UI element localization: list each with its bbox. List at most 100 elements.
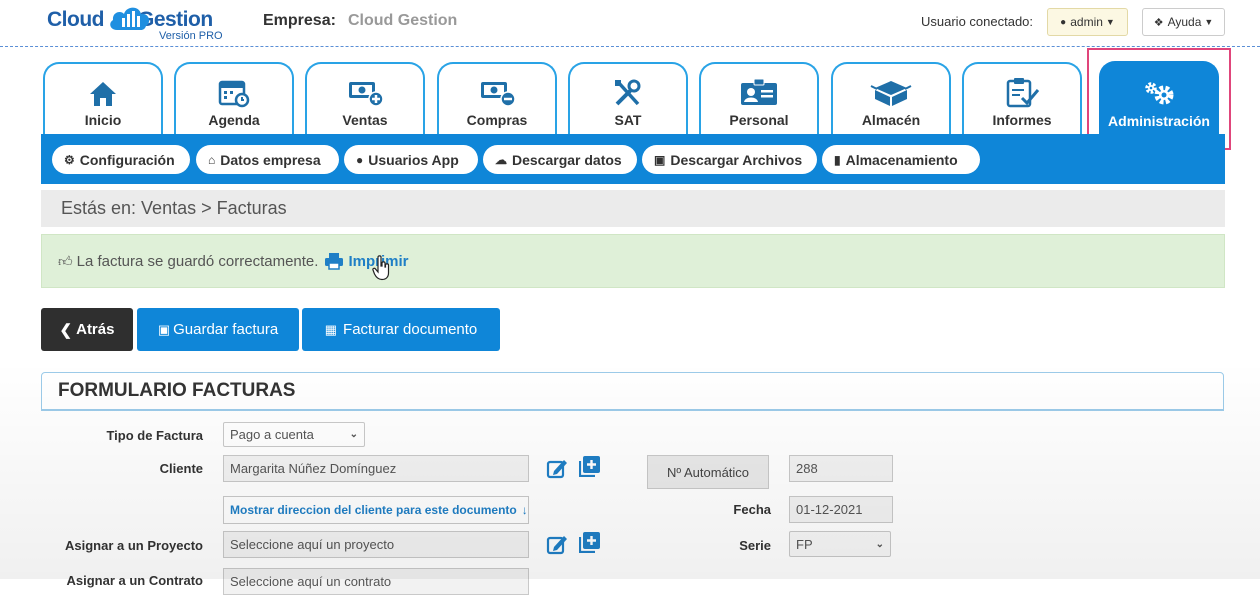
cliente-label: Cliente	[159, 461, 203, 476]
panel-divider	[41, 409, 1224, 411]
book-icon: ▮	[834, 152, 841, 167]
subnav-datos-empresa[interactable]: ⌂ Datos empresa	[196, 145, 339, 174]
thumbs-up-icon: 👍︎	[58, 252, 73, 269]
home-icon	[90, 82, 116, 106]
header-divider	[0, 46, 1260, 47]
chevron-left-icon: ❮	[59, 321, 73, 339]
tipo-factura-label: Tipo de Factura	[106, 428, 203, 443]
success-alert: 👍︎ La factura se guardó correctamente. I…	[41, 234, 1225, 288]
subnav-configuracion[interactable]: ⚙ Configuración	[52, 145, 190, 174]
tab-label: Agenda	[208, 112, 260, 128]
tab-informes[interactable]: Informes	[962, 62, 1082, 134]
subnav-label: Almacenamiento	[845, 151, 958, 168]
lifebuoy-icon: ❖	[1153, 16, 1164, 29]
arrow-down-icon: ↓	[521, 503, 528, 517]
hand-cursor-icon	[372, 255, 390, 281]
cliente-field[interactable]: Margarita Núñez Domínguez	[223, 455, 529, 482]
tab-label: SAT	[614, 112, 642, 128]
caret-down-icon: ▼	[1105, 17, 1115, 27]
id-card-icon	[741, 78, 777, 105]
tab-label: Ventas	[342, 112, 388, 128]
document-icon: ▦	[324, 321, 338, 337]
proyecto-field[interactable]: Seleccione aquí un proyecto	[223, 531, 529, 558]
subnav-label: Descargar datos	[512, 151, 622, 168]
clipboard-check-icon	[1006, 78, 1040, 108]
tab-label: Informes	[992, 112, 1052, 128]
edit-icon[interactable]	[546, 457, 568, 479]
printer-icon	[325, 253, 344, 270]
user-label: Usuario conectado:	[921, 14, 1034, 29]
breadcrumb: Estás en: Ventas > Facturas	[41, 190, 1225, 227]
subnav-almacenamiento[interactable]: ▮ Almacenamiento	[822, 145, 980, 174]
boxes-icon	[870, 81, 912, 106]
tools-icon	[615, 79, 641, 106]
alert-message: La factura se guardó correctamente.	[76, 252, 319, 270]
user-icon: ●	[1060, 16, 1067, 28]
serie-value: FP	[796, 536, 813, 552]
edit-icon[interactable]	[546, 533, 568, 555]
user-menu-label: admin	[1070, 15, 1103, 29]
empresa-value: Cloud Gestion	[348, 12, 458, 29]
briefcase-icon: ▣	[654, 152, 666, 167]
home-icon: ⌂	[208, 152, 216, 167]
empresa-label: Empresa:	[263, 12, 336, 29]
show-client-address-link[interactable]: Mostrar direccion del cliente para este …	[223, 496, 529, 524]
invoice-number-field[interactable]: 288	[789, 455, 893, 482]
contrato-field[interactable]: Seleccione aquí un contrato	[223, 568, 529, 595]
proyecto-label: Asignar a un Proyecto	[65, 538, 203, 553]
tab-personal[interactable]: Personal	[699, 62, 819, 134]
subnav-label: Configuración	[79, 151, 175, 168]
calendar-icon	[218, 80, 250, 108]
print-link[interactable]: Imprimir	[324, 252, 408, 270]
fecha-label: Fecha	[733, 502, 771, 517]
auto-number-button[interactable]: Nº Automático	[647, 455, 769, 489]
money-minus-icon	[481, 82, 516, 107]
form-panel-title: FORMULARIO FACTURAS	[41, 372, 1224, 410]
tipo-factura-value: Pago a cuenta	[230, 427, 314, 442]
user-menu-button[interactable]: ● admin ▼	[1047, 8, 1128, 36]
subnav-label: Descargar Archivos	[670, 151, 803, 168]
contrato-label: Asignar a un Contrato	[66, 573, 203, 588]
subnav-descargar-archivos[interactable]: ▣ Descargar Archivos	[642, 145, 817, 174]
tab-almacen[interactable]: Almacén	[831, 62, 951, 134]
tab-compras[interactable]: Compras	[437, 62, 557, 134]
serie-label: Serie	[739, 538, 771, 553]
logo-word-cloud: Cloud	[47, 8, 104, 31]
cloud-logo-icon	[110, 7, 150, 30]
help-menu-label: Ayuda	[1167, 15, 1202, 29]
tab-label: Inicio	[84, 112, 122, 128]
caret-down-icon: ▼	[1204, 17, 1214, 27]
tab-inicio[interactable]: Inicio	[43, 62, 163, 134]
bill-document-label: Facturar documento	[343, 321, 478, 338]
floppy-disk-icon: ▣	[157, 321, 171, 337]
show-address-label: Mostrar direccion del cliente para este …	[230, 503, 517, 517]
save-invoice-label: Guardar factura	[173, 321, 279, 338]
chevron-down-icon: ⌄	[875, 538, 884, 550]
save-invoice-button[interactable]: ▣ Guardar factura	[137, 308, 299, 351]
logo-version: Versión PRO	[159, 30, 223, 42]
chevron-down-icon: ⌄	[349, 429, 358, 440]
tab-label: Personal	[729, 112, 789, 128]
cloud-download-icon: ☁	[495, 152, 507, 167]
gear-icon: ⚙	[64, 152, 75, 167]
subnav-label: Datos empresa	[220, 151, 321, 168]
fecha-field[interactable]: 01-12-2021	[789, 496, 893, 523]
tab-ventas[interactable]: Ventas	[305, 62, 425, 134]
tab-label: Almacén	[861, 112, 921, 128]
tipo-factura-select[interactable]: Pago a cuenta ⌄	[223, 422, 365, 447]
subnav-label: Usuarios App	[368, 151, 459, 168]
subnav-usuarios-app[interactable]: ● Usuarios App	[344, 145, 478, 174]
back-button-label: Atrás	[76, 321, 115, 338]
help-menu-button[interactable]: ❖ Ayuda ▼	[1142, 8, 1225, 36]
back-button[interactable]: ❮ Atrás	[41, 308, 133, 351]
money-plus-icon	[349, 82, 384, 107]
user-icon: ●	[356, 152, 364, 167]
tab-sat[interactable]: SAT	[568, 62, 688, 134]
subnav-descargar-datos[interactable]: ☁ Descargar datos	[483, 145, 637, 174]
add-square-icon[interactable]	[579, 455, 601, 477]
add-square-icon[interactable]	[579, 531, 601, 553]
tab-label: Compras	[466, 112, 528, 128]
bill-document-button[interactable]: ▦ Facturar documento	[302, 308, 500, 351]
serie-select[interactable]: FP ⌄	[789, 531, 891, 557]
tab-agenda[interactable]: Agenda	[174, 62, 294, 134]
